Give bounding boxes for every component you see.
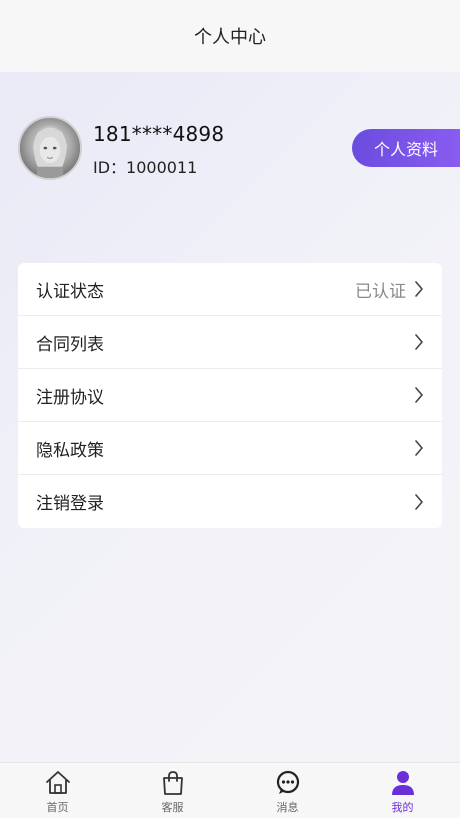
personal-info-button[interactable]: 个人资料	[352, 129, 460, 167]
settings-menu: 认证状态 已认证 合同列表 注册协议 隐私政策 注销登录	[18, 263, 442, 528]
menu-item-contract-list[interactable]: 合同列表	[18, 316, 442, 369]
tab-messages-label: 消息	[276, 801, 299, 814]
tab-customer-service-label: 客服	[161, 801, 184, 814]
user-id: ID：1000011	[93, 158, 198, 177]
menu-item-label: 注销登录	[36, 494, 104, 514]
avatar[interactable]	[18, 116, 82, 180]
menu-item-label: 隐私政策	[36, 440, 104, 461]
menu-item-privacy-policy[interactable]: 隐私政策	[18, 422, 442, 475]
menu-item-verification-status[interactable]: 认证状态 已认证	[18, 263, 442, 316]
tab-customer-service[interactable]: 客服	[115, 763, 230, 818]
chevron-right-icon	[415, 387, 423, 403]
tab-mine-label: 我的	[391, 801, 414, 814]
tab-home-label: 首页	[46, 801, 69, 814]
menu-item-label: 认证状态	[36, 281, 104, 302]
user-icon	[391, 771, 414, 795]
menu-item-registration-agreement[interactable]: 注册协议	[18, 369, 442, 422]
chevron-right-icon	[415, 440, 423, 456]
chevron-right-icon	[415, 493, 423, 510]
menu-item-logout[interactable]: 注销登录	[18, 475, 442, 528]
menu-item-label: 合同列表	[36, 334, 104, 355]
page-title: 个人中心	[194, 27, 266, 48]
avatar-image	[20, 118, 80, 178]
chevron-right-icon	[415, 281, 423, 297]
tab-mine[interactable]: 我的	[345, 763, 460, 818]
bottom-tab-bar: 首页 客服 消息 我的	[0, 762, 460, 818]
chevron-right-icon	[415, 334, 423, 350]
chat-bubble-icon	[276, 770, 299, 794]
page-header: 个人中心	[0, 0, 460, 72]
personal-info-button-label: 个人资料	[373, 140, 438, 159]
shopping-bag-icon	[162, 771, 183, 795]
tab-home[interactable]: 首页	[0, 763, 115, 818]
tab-messages[interactable]: 消息	[230, 763, 345, 818]
user-phone: 181****4898	[93, 122, 225, 146]
menu-item-label: 注册协议	[36, 387, 104, 408]
home-icon	[45, 771, 70, 794]
verification-status-value: 已认证	[355, 281, 406, 302]
